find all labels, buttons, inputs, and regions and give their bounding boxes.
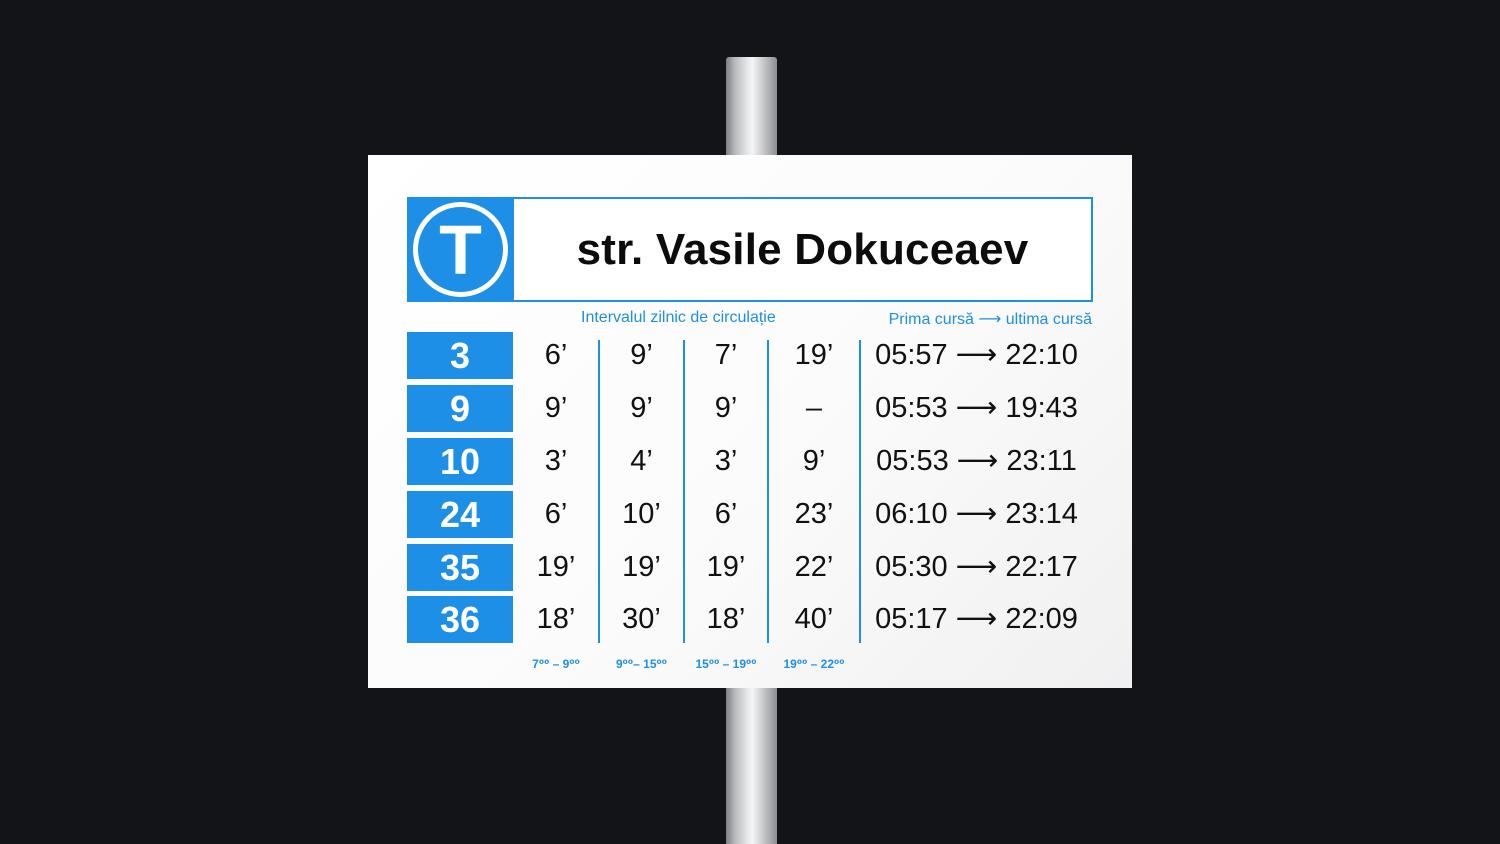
- column-divider: [683, 340, 685, 643]
- route-number: 9: [407, 385, 513, 432]
- time-range-label: 7⁰⁰ – 9⁰⁰: [532, 657, 580, 671]
- route-row: 9 9’ 9’ 9’ – 05:53 ⟶ 19:43: [407, 385, 1093, 432]
- interval-cell: 10’: [622, 498, 661, 530]
- route-number: 36: [407, 596, 513, 643]
- interval-cell: 19’: [536, 551, 576, 583]
- interval-cell: 9’: [630, 339, 653, 371]
- interval-cell: 7’: [714, 339, 738, 371]
- first-last-times: 05:30 ⟶ 22:17: [875, 551, 1078, 583]
- time-range-label: 19⁰⁰ – 22⁰⁰: [783, 657, 845, 671]
- column-divider: [767, 340, 769, 643]
- route-number: 3: [407, 332, 513, 379]
- interval-cell: 9’: [630, 392, 653, 424]
- interval-cell: 6’: [544, 498, 568, 530]
- interval-cell: 30’: [622, 603, 661, 635]
- tram-t-icon: T: [413, 202, 508, 297]
- stop-name: str. Vasile Dokuceaev: [576, 225, 1029, 274]
- interval-cell: 19’: [706, 551, 746, 583]
- column-divider: [598, 340, 600, 643]
- time-range-label: 15⁰⁰ – 19⁰⁰: [695, 657, 757, 671]
- route-number: 35: [407, 544, 513, 591]
- route-row: 35 19’ 19’ 19’ 22’ 05:30 ⟶ 22:17: [407, 544, 1093, 591]
- interval-cell: 9’: [714, 392, 738, 424]
- route-number: 10: [407, 438, 513, 485]
- sign-pole-bottom: [726, 686, 777, 844]
- time-range-label: 9⁰⁰– 15⁰⁰: [615, 657, 668, 671]
- tram-logo: T: [407, 197, 514, 302]
- sign-header: T str. Vasile Dokuceaev: [407, 197, 1093, 302]
- first-last-caption: Prima cursă ⟶ ultima cursă: [888, 311, 1092, 328]
- interval-cell: 3’: [544, 445, 568, 477]
- column-divider: [859, 340, 861, 643]
- intervals-caption: Intervalul zilnic de circulație: [581, 309, 776, 326]
- route-row: 3 6’ 9’ 7’ 19’ 05:57 ⟶ 22:10: [407, 332, 1093, 379]
- interval-cell: 19’: [622, 551, 661, 583]
- first-last-times: 06:10 ⟶ 23:14: [875, 498, 1078, 530]
- interval-cell: 9’: [802, 445, 826, 477]
- interval-cell: 22’: [794, 551, 834, 583]
- first-last-times: 05:57 ⟶ 22:10: [875, 339, 1078, 371]
- interval-cell: 18’: [536, 603, 576, 635]
- first-last-times: 05:53 ⟶ 19:43: [875, 392, 1078, 424]
- interval-cell: 19’: [794, 339, 834, 371]
- first-last-times: 05:53 ⟶ 23:11: [876, 445, 1077, 477]
- interval-cell: 40’: [794, 603, 834, 635]
- timetable-sign: T str. Vasile Dokuceaev Intervalul zilni…: [368, 155, 1132, 688]
- route-row: 24 6’ 10’ 6’ 23’ 06:10 ⟶ 23:14: [407, 491, 1093, 538]
- first-last-times: 05:17 ⟶ 22:09: [875, 603, 1078, 635]
- interval-cell: –: [805, 392, 823, 424]
- route-row: 36 18’ 30’ 18’ 40’ 05:17 ⟶ 22:09: [407, 596, 1093, 643]
- interval-cell: 3’: [714, 445, 738, 477]
- interval-cell: 18’: [706, 603, 746, 635]
- interval-cell: 23’: [794, 498, 834, 530]
- route-number: 24: [407, 491, 513, 538]
- tram-logo-letter: T: [439, 211, 482, 289]
- sign-pole-top: [726, 57, 777, 157]
- interval-cell: 6’: [714, 498, 738, 530]
- interval-cell: 4’: [630, 445, 653, 477]
- route-row: 10 3’ 4’ 3’ 9’ 05:53 ⟶ 23:11: [407, 438, 1093, 485]
- interval-cell: 9’: [544, 392, 568, 424]
- interval-cell: 6’: [544, 339, 568, 371]
